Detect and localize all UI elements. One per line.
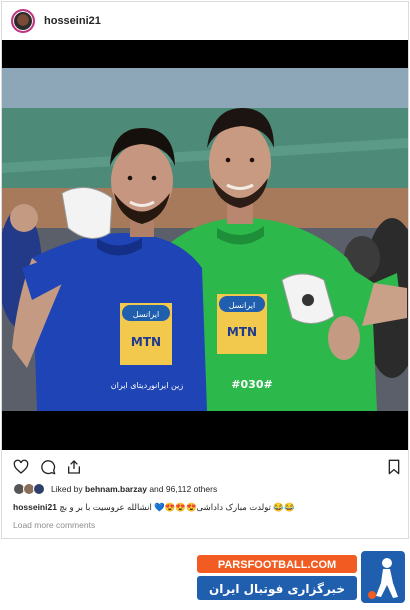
left-sponsor-mtn: MTN	[131, 335, 161, 349]
liked-by-user[interactable]: behnam.barzay	[85, 484, 147, 494]
right-sponsor-phone: #030#	[231, 378, 272, 391]
bookmark-icon[interactable]	[386, 459, 402, 475]
players-photo: ایرانسل MTN #030# ایرانسل MTN زین ایرانو…	[2, 68, 408, 411]
liked-by-suffix[interactable]: and 96,112 others	[149, 484, 217, 494]
liked-by-prefix: Liked by	[51, 484, 83, 494]
left-sponsor-bottom: زین ایرانوردیتای ایران	[111, 381, 184, 390]
post-photo: ایرانسل MTN #030# ایرانسل MTN زین ایرانو…	[2, 40, 408, 450]
liker-avatars	[13, 483, 47, 495]
post-actions	[2, 457, 408, 479]
likes-row: Liked by behnam.barzay and 96,112 others	[13, 482, 217, 496]
parsfootball-watermark: PARSFOOTBALL.COM خبرگزاری فوتبال ایران	[197, 551, 405, 603]
right-sponsor-mtn: MTN	[227, 325, 257, 339]
instagram-post: hosseini21 ایرانسل MTN #030# ایرانسل MTN…	[1, 1, 409, 539]
share-icon[interactable]	[66, 459, 82, 475]
watermark-domain: PARSFOOTBALL.COM	[218, 559, 336, 571]
comment-icon[interactable]	[40, 459, 56, 475]
left-sponsor-top: ایرانسل	[133, 310, 160, 319]
post-header: hosseini21	[2, 2, 408, 40]
caption-text: 😂😂 تولدت مبارک داداشی😍😍😍💙 انشالله عروسیت…	[59, 502, 295, 512]
avatar[interactable]	[11, 9, 35, 33]
post-username[interactable]: hosseini21	[44, 15, 101, 27]
heart-icon[interactable]	[13, 459, 29, 475]
avatar	[33, 483, 45, 495]
watermark-tagline: خبرگزاری فوتبال ایران	[209, 582, 345, 597]
caption-username[interactable]: hosseini21	[13, 502, 57, 512]
player-logo-icon	[361, 551, 405, 603]
post-caption: hosseini21 😂😂 تولدت مبارک داداشی😍😍😍💙 انش…	[13, 502, 403, 513]
load-more-comments[interactable]: Load more comments	[13, 520, 95, 530]
right-sponsor-top: ایرانسل	[229, 301, 256, 310]
